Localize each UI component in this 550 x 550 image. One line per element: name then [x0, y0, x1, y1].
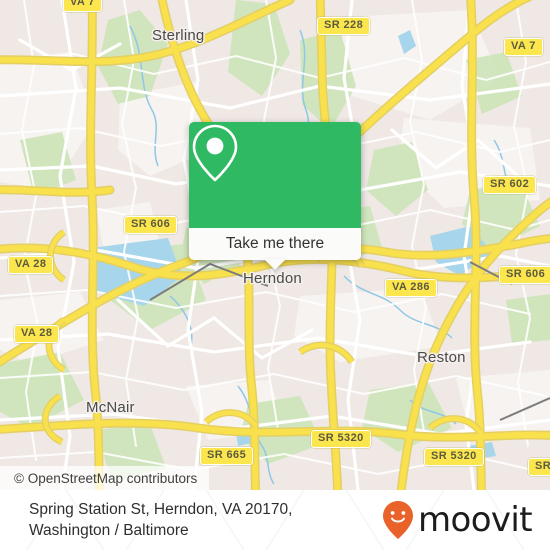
destination-card-pointer	[264, 259, 286, 270]
map-label-sterling: Sterling	[152, 27, 205, 44]
moovit-pin-smile-icon	[382, 501, 413, 539]
location-pin-icon	[192, 124, 238, 182]
footer-bar: Spring Station St, Herndon, VA 20170, Wa…	[0, 490, 550, 550]
destination-card[interactable]: Take me there	[189, 122, 361, 260]
address-text: Spring Station St, Herndon, VA 20170, Wa…	[29, 501, 293, 539]
destination-card-header	[189, 122, 361, 228]
map-canvas[interactable]: Sterling Herndon Reston McNair SR 228 VA…	[0, 0, 550, 490]
map-label-reston: Reston	[417, 349, 466, 366]
route-shield-sr606-east[interactable]: SR 606	[499, 266, 550, 284]
route-shield-sr606-west[interactable]: SR 606	[124, 216, 178, 234]
moovit-location-card-screenshot: Sterling Herndon Reston McNair SR 228 VA…	[0, 0, 550, 550]
footer-content: Spring Station St, Herndon, VA 20170, Wa…	[0, 490, 550, 550]
route-shield-va28-south[interactable]: VA 28	[14, 325, 60, 343]
route-shield-sr5320-west[interactable]: SR 5320	[311, 430, 371, 448]
map-attribution[interactable]: © OpenStreetMap contributors	[0, 466, 210, 490]
route-shield-va7[interactable]: VA 7	[504, 38, 543, 56]
route-shield-sr228[interactable]: SR 228	[317, 17, 371, 35]
map-label-mcnair: McNair	[86, 399, 135, 416]
moovit-logo[interactable]: moovit	[381, 500, 550, 540]
route-shield-va286[interactable]: VA 286	[385, 279, 437, 297]
route-shield-sr602[interactable]: SR 602	[483, 176, 537, 194]
moovit-wordmark: moovit	[417, 500, 533, 540]
route-shield-sr665[interactable]: SR 665	[200, 447, 254, 465]
route-shield-va28-north[interactable]: VA 28	[8, 256, 54, 274]
route-shield-sr5320-east[interactable]: SR 5320	[424, 448, 484, 466]
route-shield-sr-clipped[interactable]: SR	[528, 458, 550, 476]
map-label-herndon: Herndon	[243, 270, 302, 287]
take-me-there-button[interactable]: Take me there	[189, 228, 361, 260]
map-attribution-text: © OpenStreetMap contributors	[14, 470, 198, 486]
route-shield-va7-topleft[interactable]: VA 7	[63, 0, 102, 12]
